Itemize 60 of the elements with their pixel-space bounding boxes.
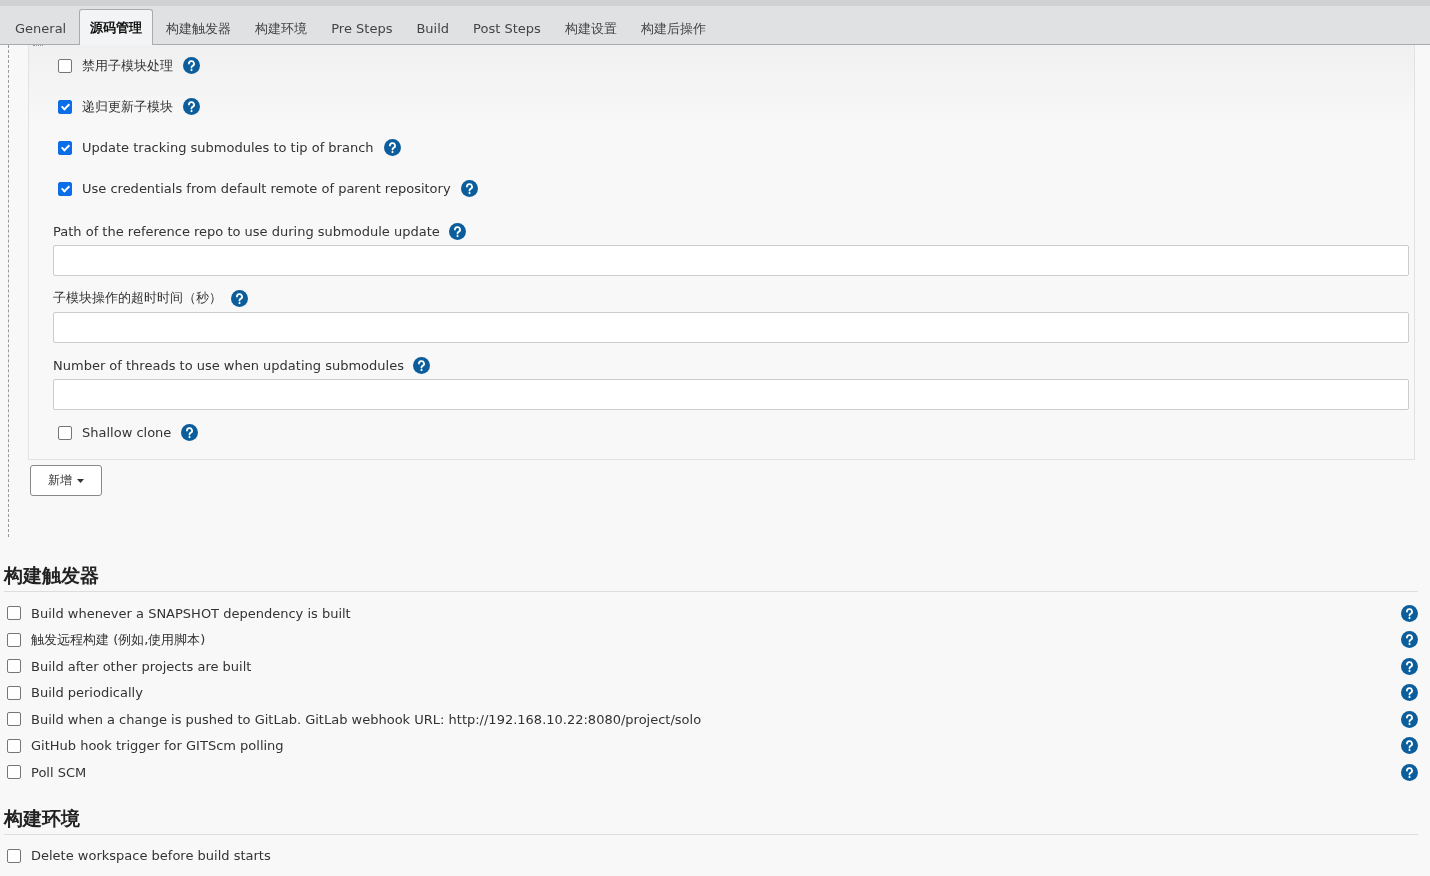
help-icon[interactable] — [1401, 604, 1418, 622]
help-icon[interactable] — [183, 57, 200, 74]
checkbox[interactable] — [58, 140, 72, 155]
add-button[interactable]: 新增 — [30, 465, 102, 496]
input-field[interactable] — [53, 312, 1409, 343]
checkbox-label: 递归更新子模块 — [82, 97, 173, 116]
help-icon[interactable] — [1401, 631, 1418, 649]
help-icon[interactable] — [1401, 737, 1418, 755]
checkbox[interactable] — [58, 425, 72, 440]
tab[interactable]: Post Steps — [462, 11, 552, 45]
help-icon[interactable] — [460, 180, 478, 197]
help-icon[interactable] — [183, 98, 200, 115]
checkbox[interactable] — [7, 685, 21, 700]
help-icon[interactable] — [181, 424, 199, 441]
tab[interactable]: 构建触发器 — [155, 11, 243, 45]
checkbox[interactable] — [7, 738, 21, 753]
checkbox[interactable] — [7, 765, 21, 780]
checkbox-label: Build whenever a SNAPSHOT dependency is built — [31, 605, 351, 621]
help-icon[interactable] — [1401, 710, 1418, 728]
checkbox[interactable] — [58, 58, 72, 73]
checkbox[interactable] — [7, 606, 21, 621]
section-heading: 构建触发器 — [4, 563, 1418, 592]
help-icon[interactable] — [1401, 657, 1418, 675]
help-icon[interactable] — [1401, 684, 1418, 702]
checkbox-label: Shallow clone — [82, 425, 172, 440]
input-field[interactable] — [53, 379, 1409, 410]
section-heading: 构建环境 — [4, 805, 1418, 835]
tab[interactable]: 构建环境 — [244, 11, 319, 45]
help-icon[interactable] — [412, 356, 430, 374]
checkbox-label: 禁用子模块处理 — [82, 56, 173, 75]
help-icon[interactable] — [231, 289, 248, 307]
checkbox-label: GitHub hook trigger for GITScm polling — [31, 738, 284, 754]
input-field[interactable] — [53, 245, 1409, 276]
checkbox-label: Build periodically — [31, 685, 143, 701]
tab[interactable]: Pre Steps — [320, 11, 404, 45]
field-label: 子模块操作的超时时间（秒） — [53, 289, 222, 307]
field-label: Path of the reference repo to use during submodule update — [53, 223, 440, 239]
checkbox[interactable] — [7, 712, 21, 727]
checkbox-label: Update tracking submodules to tip of branch — [82, 140, 374, 155]
tab[interactable]: 构建后操作 — [629, 11, 717, 45]
checkbox[interactable] — [58, 99, 72, 114]
checkbox-label: Delete workspace before build starts — [31, 848, 271, 864]
checkbox[interactable] — [58, 181, 72, 196]
help-icon[interactable] — [383, 139, 401, 156]
tab[interactable]: 构建设置 — [553, 11, 628, 45]
checkbox-label: 触发远程构建 (例如,使用脚本) — [31, 631, 206, 647]
tab[interactable]: 源码管理 — [79, 9, 154, 45]
checkbox-label: Build when a change is pushed to GitLab. GitLab webhook URL: http://192.168.10.22:8080/project/solo — [31, 711, 702, 727]
checkbox[interactable] — [7, 632, 21, 647]
caret-icon — [77, 478, 84, 483]
field-label: Number of threads to use when updating submodules — [53, 357, 404, 373]
checkbox-label: Build after other projects are built — [31, 658, 252, 674]
help-icon[interactable] — [1401, 763, 1418, 781]
checkbox-label: Poll SCM — [31, 764, 87, 780]
checkbox[interactable] — [7, 659, 21, 674]
checkbox[interactable] — [7, 848, 21, 863]
checkbox-label: Use credentials from default remote of parent repository — [82, 181, 451, 196]
tab[interactable]: Build — [405, 11, 461, 45]
tab[interactable]: General — [4, 11, 78, 45]
help-icon[interactable] — [448, 222, 466, 240]
